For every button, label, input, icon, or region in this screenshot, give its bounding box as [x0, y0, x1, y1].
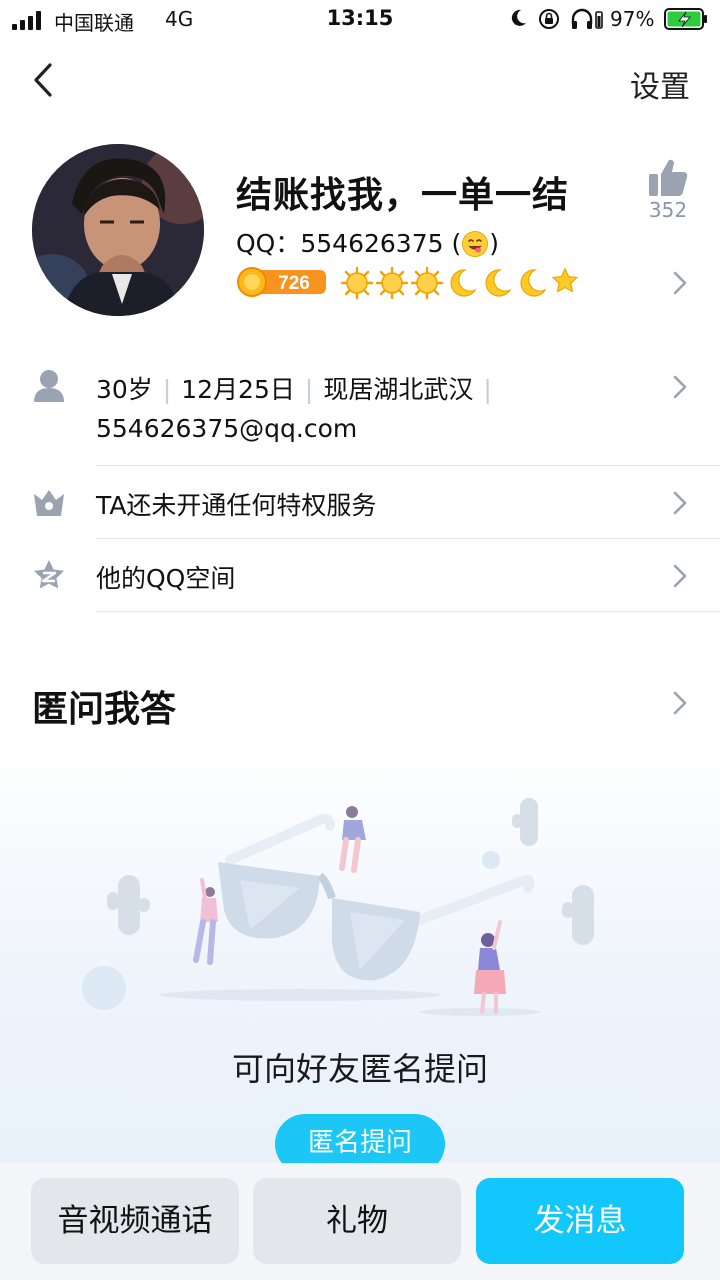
avatar-photo [32, 144, 204, 316]
like-count: 352 [648, 198, 688, 222]
settings-button[interactable]: 设置 [630, 62, 690, 106]
empty-state-text: 可向好友匿名提问 [231, 1050, 488, 1088]
back-button[interactable] [28, 60, 60, 100]
chevron-right-icon[interactable] [671, 690, 689, 716]
qq-number[interactable]: 554626375 [300, 229, 443, 258]
qzone-star-icon [34, 560, 64, 589]
status-bar: 中国联通 4G 13:15 97% [0, 0, 720, 40]
level-badge[interactable]: 726 [236, 266, 328, 298]
separator: | [304, 375, 314, 404]
battery-charging-icon [664, 8, 707, 30]
star-icon [551, 267, 579, 293]
smile-emoji-icon [462, 231, 489, 257]
separator: | [483, 375, 492, 404]
sunglasses-illustration [82, 798, 594, 1016]
sun-icon [410, 266, 444, 300]
person-figure [474, 920, 506, 1014]
qq-paren-close: ) [489, 229, 499, 258]
level-number: 726 [278, 273, 310, 294]
qzone-row[interactable]: 他的QQ空间 [96, 559, 235, 595]
rotation-lock-icon [539, 9, 559, 29]
personal-info-line[interactable]: 30岁 | 12月25日 | 现居湖北武汉 | [96, 370, 502, 406]
email: 554626375@qq.com [96, 414, 358, 443]
divider [96, 465, 720, 466]
birthday: 12月25日 [181, 375, 295, 404]
age: 30岁 [96, 375, 153, 404]
level-icons [340, 266, 580, 300]
send-message-button[interactable]: 发消息 [476, 1178, 684, 1264]
divider [96, 611, 720, 612]
divider [96, 538, 720, 539]
chevron-right-icon[interactable] [671, 490, 689, 516]
video-call-button[interactable]: 音视频通话 [31, 1178, 239, 1264]
sun-icon [375, 266, 409, 300]
privilege-row[interactable]: TA还未开通任何特权服务 [96, 486, 376, 522]
separator: | [162, 375, 172, 404]
moon-icon [450, 269, 477, 297]
moon-icon [485, 269, 512, 297]
qq-paren-open: ( [443, 229, 462, 258]
like-thumb-icon[interactable] [646, 156, 690, 200]
do-not-disturb-icon [511, 9, 526, 26]
person-figure [193, 878, 218, 965]
moon-icon [520, 269, 547, 297]
chevron-right-icon[interactable] [671, 563, 689, 589]
nickname: 结账找我，一单一结 [236, 175, 570, 216]
crown-icon [34, 490, 64, 516]
chevron-right-icon[interactable] [671, 374, 689, 400]
qq-number-line: QQ：554626375 ( ) [236, 224, 499, 260]
sun-icon [340, 266, 374, 300]
location: 现居湖北武汉 [323, 375, 474, 404]
avatar[interactable] [32, 144, 204, 316]
gift-button[interactable]: 礼物 [253, 1178, 461, 1264]
section-title[interactable]: 匿问我答 [32, 680, 176, 732]
person-icon [34, 370, 64, 402]
person-figure [339, 806, 366, 873]
qq-label: QQ： [236, 229, 301, 258]
headphones-icon [571, 8, 603, 29]
chevron-right-icon[interactable] [671, 270, 689, 296]
battery-percent: 97% [610, 7, 655, 31]
